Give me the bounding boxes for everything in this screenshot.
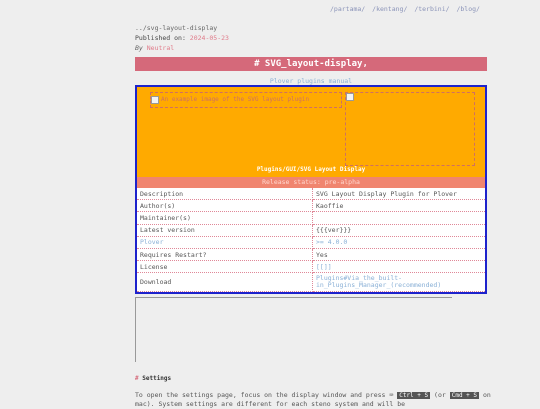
table-row: License [[]] (137, 260, 485, 274)
published-date: 2024-05-23 (189, 34, 229, 42)
para-or: (or (434, 391, 446, 399)
table-value: >= 4.0.0 (312, 236, 485, 249)
kbd-cmd-s: Cmd + S (449, 392, 480, 399)
plugin-infobox: An example image of the SVG layout plugi… (135, 85, 487, 294)
table-value: [[]] (312, 260, 485, 274)
table-row: Description SVG Layout Display Plugin fo… (137, 188, 485, 201)
second-image (345, 92, 475, 166)
table-key: Description (137, 188, 313, 201)
table-row: Latest version {{{ver}}} (137, 224, 485, 237)
table-key: Download (137, 272, 313, 293)
nav-link-kentang[interactable]: /kentang/ (372, 5, 407, 13)
table-key: Maintainer(s) (137, 211, 313, 225)
embed-frame[interactable] (135, 297, 452, 362)
table-value: Kaoffie (312, 199, 485, 213)
page-title: # SVG_layout-display, (135, 57, 487, 71)
example-image: An example image of the SVG layout plugi… (150, 92, 342, 108)
info-table: Description SVG Layout Display Plugin fo… (137, 188, 485, 293)
author-link[interactable]: Neutral (147, 44, 174, 52)
para-start: To open the settings page, focus on the … (135, 391, 386, 399)
hero-banner: An example image of the SVG layout plugi… (137, 87, 485, 177)
table-value: {{{ver}}} (312, 224, 485, 237)
manual-link[interactable]: Plover plugins manual (0, 77, 540, 85)
table-value: Yes (312, 248, 485, 262)
nav-link-terbini[interactable]: /terbini/ (414, 5, 449, 13)
broken-image-icon (346, 93, 354, 101)
table-key: License (137, 260, 313, 274)
post-path: ../svg-layout-display (135, 24, 218, 32)
table-row: Author(s) Kaoffie (137, 199, 485, 213)
published-line: Published on: 2024-05-23 (135, 33, 229, 43)
table-value: SVG Layout Display Plugin for Plover (312, 188, 485, 201)
broken-image-icon (151, 95, 159, 104)
nav-link-blog[interactable]: /blog/ (456, 5, 479, 13)
byline: By Neutral (135, 43, 229, 53)
release-status: Release status: pre-alpha (137, 177, 485, 188)
keyboard-icon: ⌨ (389, 391, 394, 399)
table-row: Requires Restart? Yes (137, 248, 485, 262)
nav-link-partama[interactable]: /partama/ (330, 5, 365, 13)
table-value (312, 211, 485, 225)
table-key: Author(s) (137, 199, 313, 213)
table-row: Download Plugins#Via_the_built-in_Plugin… (137, 272, 485, 293)
table-row: Plover >= 4.0.0 (137, 236, 485, 249)
settings-heading-text: Settings (142, 375, 172, 382)
table-key: Requires Restart? (137, 248, 313, 262)
kbd-ctrl-s: Ctrl + S (397, 392, 431, 399)
download-link[interactable]: Plugins#Via_the_built-in_Plugins_Manager… (312, 272, 485, 293)
published-label: Published on: (135, 34, 186, 42)
by-label: By (135, 44, 143, 52)
example-image-alt: An example image of the SVG layout plugi… (161, 96, 310, 103)
post-meta: ../svg-layout-display Published on: 2024… (135, 23, 229, 53)
top-nav: /partama/ /kentang/ /terbini/ /blog/ (330, 5, 483, 13)
table-key: Latest version (137, 224, 313, 237)
heading-hash: # (135, 375, 139, 382)
table-row: Maintainer(s) (137, 211, 485, 225)
hero-caption[interactable]: Plugins/GUI/SVG Layout Display (137, 166, 485, 173)
settings-heading: # Settings (135, 375, 171, 382)
settings-paragraph: To open the settings page, focus on the … (135, 391, 495, 409)
table-key-link[interactable]: Plover (137, 236, 313, 249)
